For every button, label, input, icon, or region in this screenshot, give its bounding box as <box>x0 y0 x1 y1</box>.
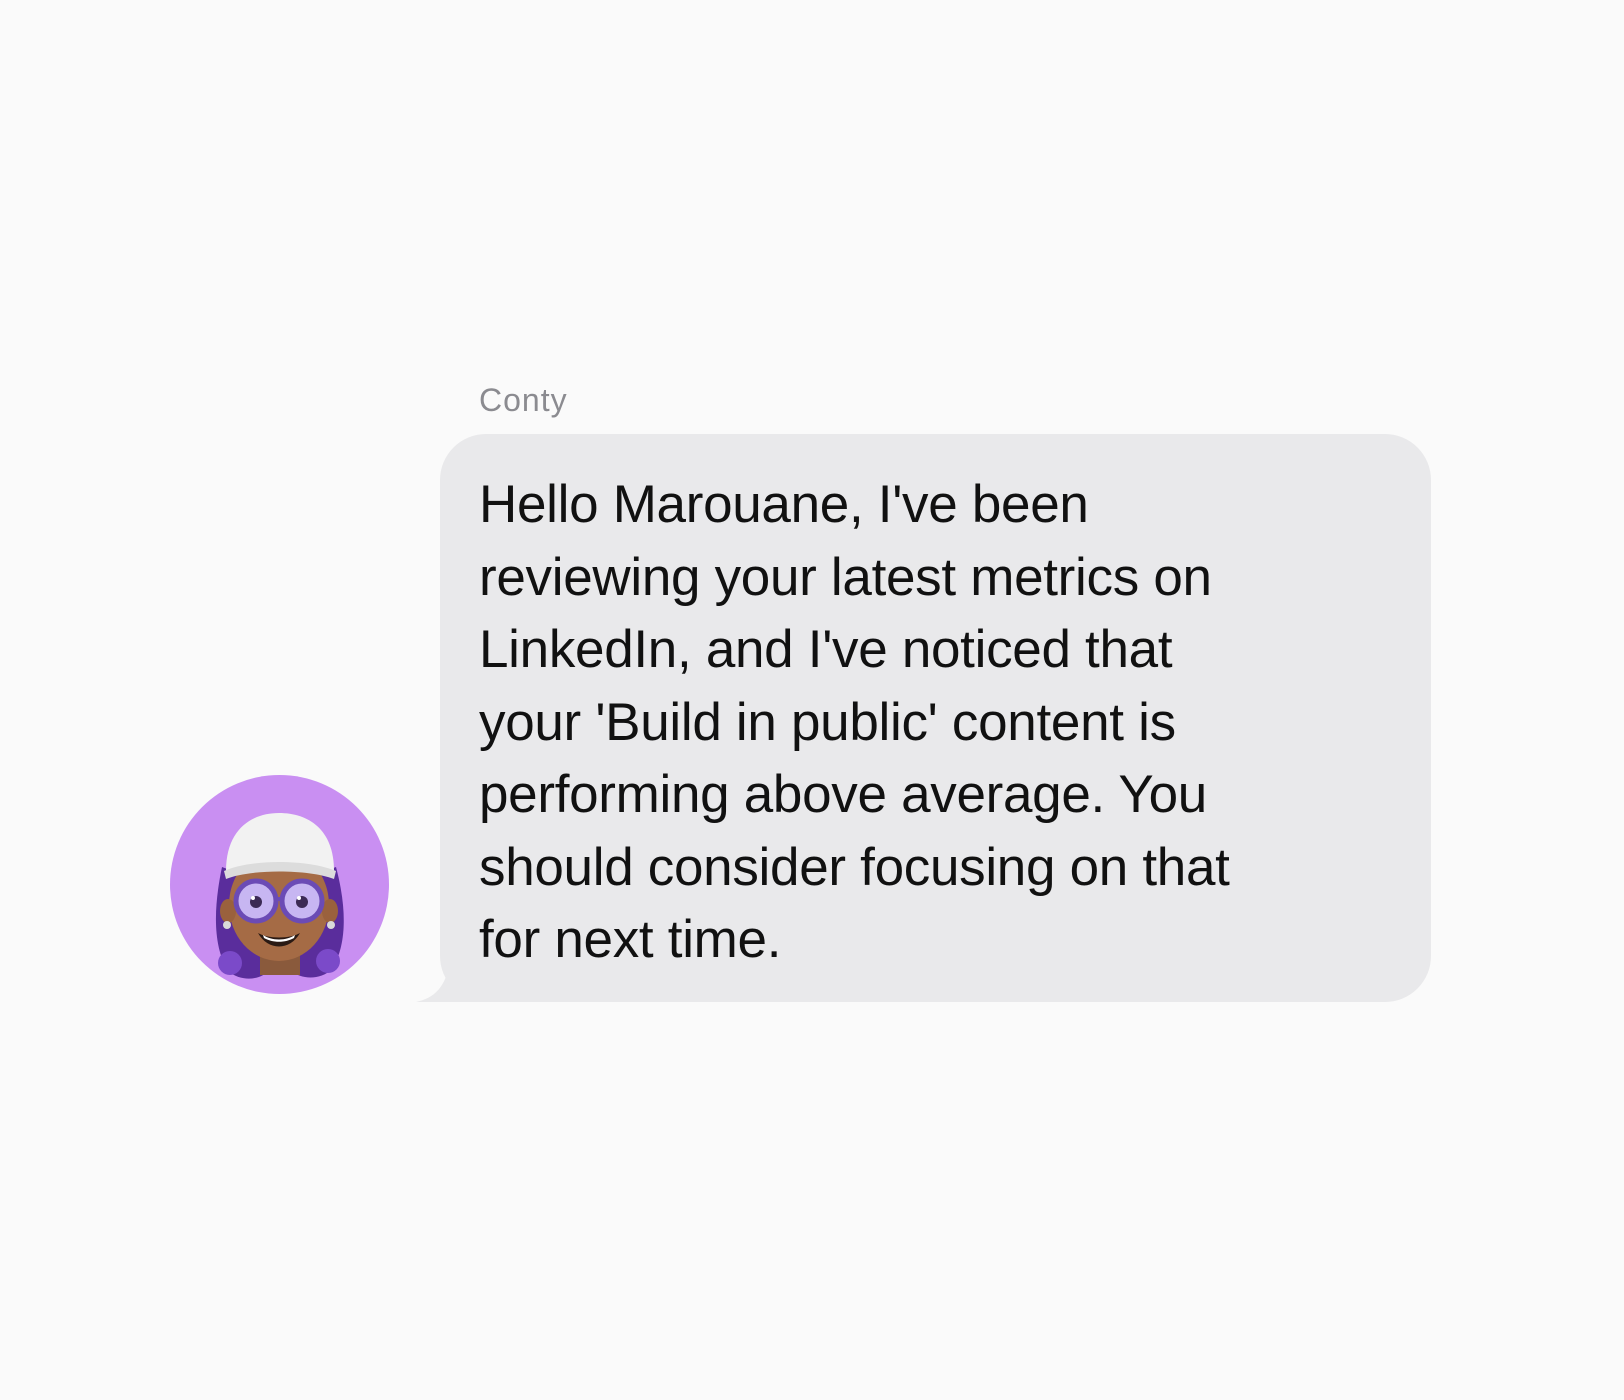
message-bubble[interactable]: Hello Marouane, I've been reviewing your… <box>440 434 1431 1002</box>
avatar[interactable] <box>170 775 389 994</box>
sender-name: Conty <box>479 382 568 418</box>
memoji-avatar-icon <box>215 813 344 979</box>
message-text: Hello Marouane, I've been reviewing your… <box>479 475 1230 969</box>
